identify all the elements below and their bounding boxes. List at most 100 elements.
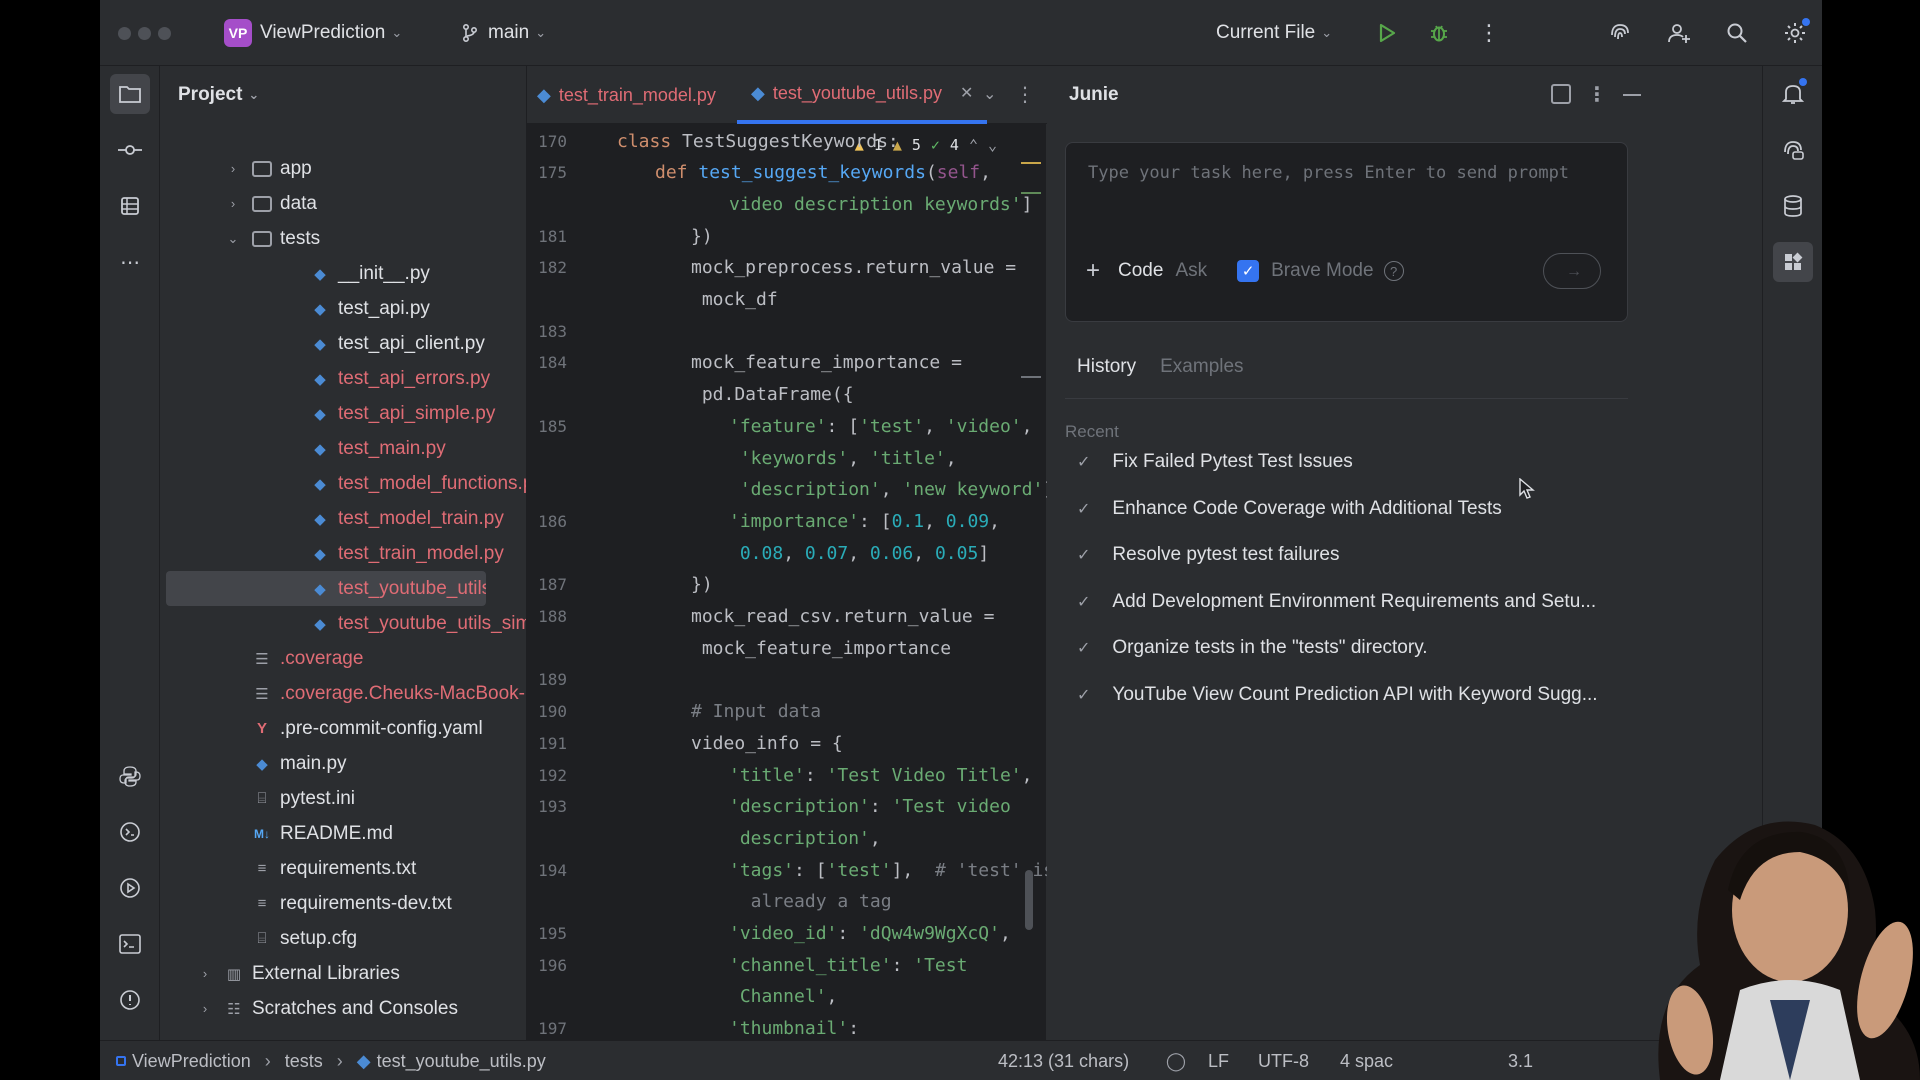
python-packages-button[interactable] [110, 756, 150, 796]
code-line[interactable]: 175 def test_suggest_keywords(self, [527, 158, 1047, 188]
window-zoom-button[interactable] [158, 27, 171, 40]
task-prompt-input[interactable] [1088, 163, 1588, 183]
run-button[interactable] [1372, 18, 1402, 48]
breadcrumb-file[interactable]: test_youtube_utils.py [377, 1051, 546, 1072]
window-minimize-button[interactable] [138, 27, 151, 40]
code-line[interactable]: description', [527, 823, 1047, 853]
code-line[interactable]: 195 'video_id': 'dQw4w9WgXcQ', [527, 919, 1047, 949]
tree-item[interactable]: › ☷ Scratches and Consoles [160, 991, 526, 1026]
code-area[interactable]: ▲ 1 ▲ 5 ✓ 4 ⌃ ⌄ 170 class TestSuggestKeyword… [527, 124, 1047, 1040]
code-line[interactable]: 186 'importance': [0.1, 0.09, [527, 506, 1047, 536]
code-line[interactable]: mock_df [527, 285, 1047, 315]
code-line[interactable]: already a tag [527, 887, 1047, 917]
structure-tool-button[interactable] [110, 186, 150, 226]
code-line[interactable]: 170 class TestSuggestKeywords: [527, 126, 1047, 156]
tree-item[interactable]: ◆ test_api_client.py [160, 326, 526, 361]
code-line[interactable]: 0.08, 0.07, 0.06, 0.05] [527, 538, 1047, 568]
tab-test-train-model[interactable]: ◆ test_train_model.py [537, 66, 716, 124]
tree-item[interactable]: ≡ requirements-dev.txt [160, 886, 526, 921]
chevron-right-icon[interactable]: › [224, 161, 242, 176]
more-actions-button[interactable]: ⋮ [1474, 18, 1504, 48]
code-line[interactable]: 'description', 'new keyword'], [527, 475, 1047, 505]
tree-item[interactable]: ⌸ pytest.ini [160, 781, 526, 816]
breadcrumb-project[interactable]: ViewPrediction [132, 1051, 251, 1072]
code-line[interactable]: 182 mock_preprocess.return_value = [527, 253, 1047, 283]
chevron-down-icon[interactable]: ⌄ [224, 231, 242, 247]
tree-item[interactable]: ⌸ setup.cfg [160, 921, 526, 956]
brave-mode-checkbox[interactable]: ✓ [1237, 260, 1260, 282]
history-item[interactable]: ✓ Resolve pytest test failures [1077, 537, 1637, 573]
notifications-button[interactable] [1773, 74, 1813, 114]
code-line[interactable]: Channel', [527, 982, 1047, 1012]
split-view-icon[interactable] [1551, 84, 1571, 104]
add-context-icon[interactable]: + [1086, 257, 1100, 285]
chevron-right-icon[interactable]: › [224, 196, 242, 211]
code-line[interactable]: 183 [527, 316, 1047, 346]
code-line[interactable]: 184 mock_feature_importance = [527, 348, 1047, 378]
code-line[interactable]: pd.DataFrame({ [527, 380, 1047, 410]
settings-button[interactable] [1780, 18, 1810, 48]
tree-item[interactable]: ☰ .coverage.Cheuks-MacBook- [160, 676, 526, 711]
tree-item[interactable]: › ▥ External Libraries [160, 956, 526, 991]
file-encoding[interactable]: UTF-8 [1258, 1041, 1309, 1080]
minimize-panel-icon[interactable] [1623, 94, 1641, 96]
mode-code-button[interactable]: Code [1118, 260, 1163, 282]
code-line[interactable]: 197 'thumbnail': [527, 1014, 1047, 1040]
send-prompt-button[interactable]: → [1543, 253, 1601, 289]
tree-item[interactable]: ⌄ tests [160, 221, 526, 256]
ai-chat-button[interactable] [1773, 130, 1813, 170]
tree-item[interactable]: Y .pre-commit-config.yaml [160, 711, 526, 746]
chevron-right-icon[interactable]: › [196, 1001, 214, 1016]
code-line[interactable]: mock_feature_importance [527, 633, 1047, 663]
code-line[interactable]: 194 'tags': ['test'], # 'test' is [527, 855, 1047, 885]
code-with-me-button[interactable] [1664, 18, 1694, 48]
breadcrumb-folder[interactable]: tests [285, 1051, 323, 1072]
services-tool-button[interactable] [110, 868, 150, 908]
caret-position[interactable]: 42:13 (31 chars) [998, 1041, 1129, 1080]
history-item[interactable]: ✓ Fix Failed Pytest Test Issues [1077, 444, 1637, 480]
shield-icon[interactable]: ◯ [1166, 1041, 1186, 1080]
junie-tool-button[interactable] [1773, 242, 1813, 282]
tab-test-youtube-utils[interactable]: ◆ test_youtube_utils.py ✕ [737, 66, 988, 124]
tab-history[interactable]: History [1077, 356, 1136, 378]
project-switcher[interactable]: VP ViewPrediction ⌄ [224, 0, 402, 66]
tree-item[interactable]: ◆ test_youtube_utils_simple. [160, 606, 526, 641]
code-line[interactable]: 'keywords', 'title', [527, 443, 1047, 473]
more-tools-button[interactable]: ⋯ [110, 242, 150, 282]
tree-item[interactable]: ≡ requirements.txt [160, 851, 526, 886]
tree-item[interactable]: ☰ .coverage [160, 641, 526, 676]
code-line[interactable]: 185 'feature': ['test', 'video', [527, 411, 1047, 441]
run-config-selector[interactable]: Current File ⌄ [1216, 0, 1332, 66]
code-line[interactable]: 191 video_info = { [527, 728, 1047, 758]
database-button[interactable] [1773, 186, 1813, 226]
help-icon[interactable]: ? [1383, 261, 1404, 281]
line-separator[interactable]: LF [1208, 1041, 1229, 1080]
history-item[interactable]: ✓ Add Development Environment Requirement… [1077, 584, 1637, 620]
window-close-button[interactable] [118, 27, 131, 40]
history-item[interactable]: ✓ YouTube View Count Prediction API with … [1077, 677, 1637, 713]
ai-assistant-button[interactable] [1605, 18, 1635, 48]
tree-item[interactable]: ◆ main.py [160, 746, 526, 781]
code-line[interactable]: 181}) [527, 221, 1047, 251]
code-line[interactable]: 193 'description': 'Test video [527, 792, 1047, 822]
code-line[interactable]: 192 'title': 'Test Video Title', [527, 760, 1047, 790]
code-line[interactable]: 189 [527, 665, 1047, 695]
tree-item[interactable]: ◆ test_api_simple.py [160, 396, 526, 431]
tree-item[interactable]: ◆ test_youtube_utils.py [166, 571, 486, 606]
code-line[interactable]: 196 'channel_title': 'Test [527, 950, 1047, 980]
history-item[interactable]: ✓ Enhance Code Coverage with Additional T… [1077, 491, 1637, 527]
commit-tool-button[interactable] [110, 130, 150, 170]
tabs-dropdown-icon[interactable]: ⌄ [983, 84, 996, 104]
editor-scrollbar[interactable] [1025, 870, 1033, 930]
more-vertical-icon[interactable]: ⋮ [1587, 82, 1607, 107]
tree-item[interactable]: ◆ test_model_train.py [160, 501, 526, 536]
tree-item[interactable]: ◆ __init__.py [160, 256, 526, 291]
project-panel-header[interactable]: Project ⌄ [160, 66, 526, 124]
branch-switcher[interactable]: main ⌄ [460, 0, 546, 66]
problems-tool-button[interactable] [110, 980, 150, 1020]
code-line[interactable]: video description keywords'] [527, 189, 1047, 219]
code-line[interactable]: 190 # Input data [527, 697, 1047, 727]
tree-item[interactable]: ◆ test_train_model.py [160, 536, 526, 571]
tree-item[interactable]: ◆ test_model_functions.py [160, 466, 526, 501]
history-item[interactable]: ✓ Organize tests in the "tests" directory… [1077, 630, 1637, 666]
